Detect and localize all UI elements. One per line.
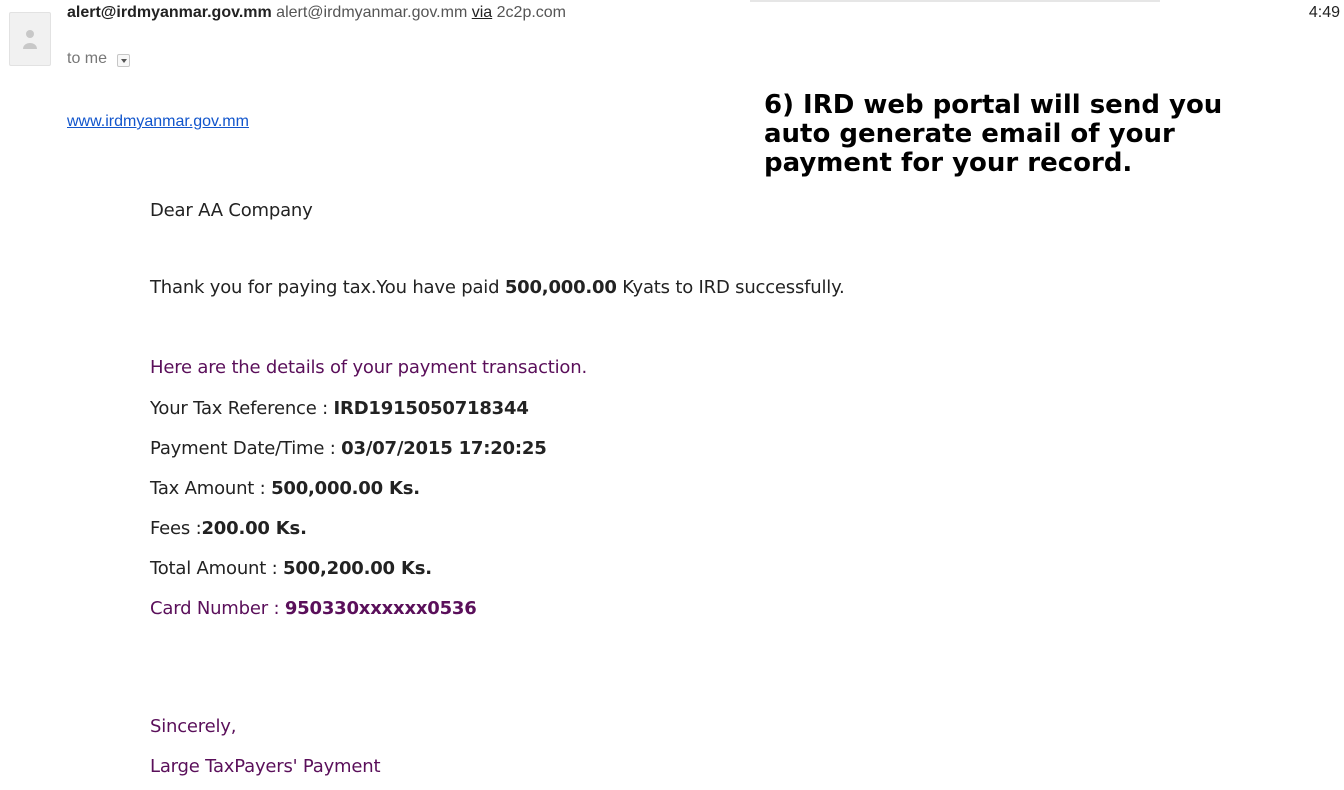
tax-reference-line: Your Tax Reference : IRD1915050718344 [150, 398, 529, 419]
detail-label: Total Amount : [150, 558, 284, 579]
detail-label: Card Number : [150, 598, 285, 619]
details-intro: Here are the details of your payment tra… [150, 357, 587, 378]
detail-value: 03/07/2015 17:20:25 [341, 438, 547, 459]
message-time[interactable]: 4:49 [1309, 4, 1340, 22]
detail-value: 500,200.00 Ks. [283, 558, 432, 579]
greeting: Dear AA Company [150, 200, 313, 221]
total-amount-line: Total Amount : 500,200.00 Ks. [150, 558, 432, 579]
via-link[interactable]: via [472, 4, 492, 21]
card-number-line: Card Number : 950330xxxxxx0536 [150, 598, 477, 619]
sender-email: alert@irdmyanmar.gov.mm [276, 4, 468, 21]
detail-label: Fees : [150, 518, 202, 539]
detail-value: 200.00 Ks. [201, 518, 307, 539]
signature: Large TaxPayers' Payment [150, 756, 381, 777]
via-domain: 2c2p.com [496, 4, 567, 21]
confirmation-suffix: Kyats to IRD successfully. [616, 277, 845, 298]
detail-label: Your Tax Reference : [150, 398, 334, 419]
tax-amount-line: Tax Amount : 500,000.00 Ks. [150, 478, 420, 499]
dropdown-arrow-icon[interactable] [117, 53, 131, 67]
detail-value: 950330xxxxxx0536 [284, 598, 477, 619]
person-icon [23, 30, 37, 49]
fees-line: Fees :200.00 Ks. [150, 518, 307, 539]
recipient-line: to me [67, 50, 131, 68]
closing: Sincerely, [150, 716, 237, 737]
detail-label: Payment Date/Time : [150, 438, 342, 459]
payment-confirmation: Thank you for paying tax.You have paid 5… [150, 277, 845, 298]
sender-line: alert@irdmyanmar.gov.mm alert@irdmyanmar… [67, 4, 566, 22]
paid-amount: 500,000.00 [504, 277, 617, 298]
sender-name[interactable]: alert@irdmyanmar.gov.mm [67, 4, 272, 21]
top-divider [750, 0, 1160, 2]
annotation-text: 6) IRD web portal will send you auto gen… [764, 90, 1223, 178]
payment-datetime-line: Payment Date/Time : 03/07/2015 17:20:25 [150, 438, 547, 459]
confirmation-prefix: Thank you for paying tax.You have paid [150, 277, 505, 298]
detail-value: IRD1915050718344 [333, 398, 529, 419]
recipient-label: to me [67, 50, 108, 67]
website-link[interactable]: www.irdmyanmar.gov.mm [67, 113, 249, 131]
detail-value: 500,000.00 Ks. [271, 478, 420, 499]
sender-avatar[interactable] [9, 12, 51, 66]
detail-label: Tax Amount : [150, 478, 272, 499]
